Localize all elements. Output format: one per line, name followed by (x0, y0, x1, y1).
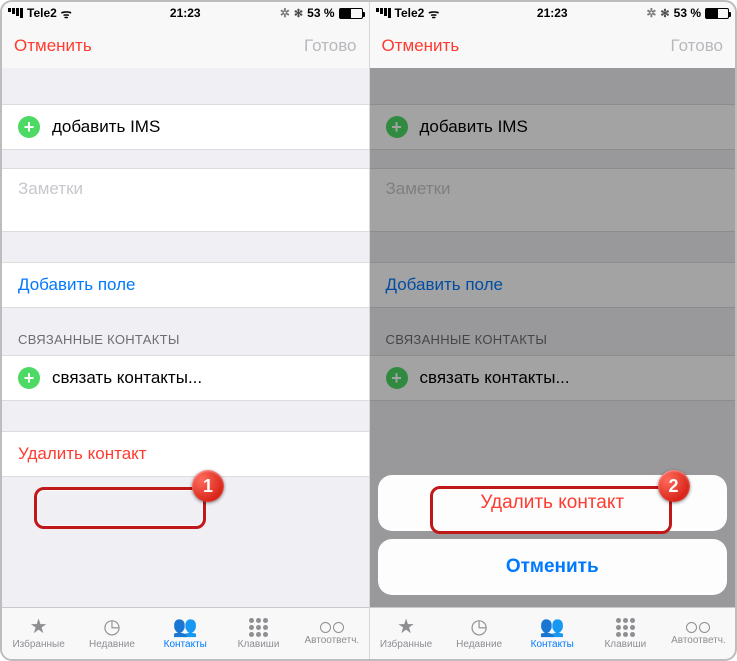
keypad-icon (249, 618, 268, 637)
delete-contact-label: Удалить контакт (18, 444, 147, 464)
callout-box-1 (34, 487, 206, 529)
done-button: Готово (304, 36, 357, 56)
link-contacts-cell: + связать контакты... (370, 355, 736, 401)
plus-icon: + (386, 367, 408, 389)
battery-icon (705, 8, 729, 19)
voicemail-icon (686, 622, 710, 633)
status-bar: Tele2 ᯤ 21:23 ✲ ✻ 53 % (370, 2, 736, 24)
add-field-cell[interactable]: Добавить поле (2, 262, 369, 308)
voicemail-icon (320, 622, 344, 633)
clock: 21:23 (2, 6, 369, 20)
tab-favorites[interactable]: ★Избранные (2, 608, 75, 659)
link-contacts-cell[interactable]: + связать контакты... (2, 355, 369, 401)
add-ims-cell[interactable]: + добавить IMS (2, 104, 369, 150)
contacts-icon: 👥 (173, 617, 198, 637)
clock-icon: ◷ (103, 617, 120, 637)
add-ims-label: добавить IMS (420, 117, 528, 137)
add-field-label: Добавить поле (386, 275, 504, 295)
sheet-cancel-label: Отменить (506, 556, 599, 578)
tab-favorites: ★Избранные (370, 608, 443, 659)
plus-icon: + (386, 116, 408, 138)
sheet-cancel-button[interactable]: Отменить (378, 539, 728, 595)
cancel-button[interactable]: Отменить (14, 36, 92, 56)
sheet-delete-label: Удалить контакт (480, 492, 624, 514)
notes-placeholder: Заметки (386, 179, 451, 199)
loading-icon: ✲ (646, 6, 656, 20)
star-icon: ★ (30, 617, 48, 637)
nav-bar: Отменить Готово (370, 24, 736, 68)
phone-screen-right: Tele2 ᯤ 21:23 ✲ ✻ 53 % Отменить Готово +… (369, 2, 736, 659)
tab-recents[interactable]: ◷Недавние (75, 608, 148, 659)
link-contacts-label: связать контакты... (52, 368, 202, 388)
add-ims-cell: + добавить IMS (370, 104, 736, 150)
notes-cell: Заметки (370, 168, 736, 232)
sheet-delete-button[interactable]: Удалить контакт (378, 475, 728, 531)
delete-contact-cell[interactable]: Удалить контакт (2, 431, 369, 477)
add-ims-label: добавить IMS (52, 117, 160, 137)
clock-icon: ◷ (470, 617, 487, 637)
tab-keypad[interactable]: Клавиши (222, 608, 295, 659)
tab-contacts: 👥Контакты (516, 608, 589, 659)
done-button: Готово (671, 36, 724, 56)
add-field-cell: Добавить поле (370, 262, 736, 308)
linked-contacts-header: СВЯЗАННЫЕ КОНТАКТЫ (2, 308, 369, 355)
battery-icon (339, 8, 363, 19)
tab-bar: ★Избранные ◷Недавние 👥Контакты Клавиши А… (370, 607, 736, 659)
tab-voicemail[interactable]: Автоответч. (295, 608, 368, 659)
add-field-label: Добавить поле (18, 275, 136, 295)
status-bar: Tele2 ᯤ 21:23 ✲ ✻ 53 % (2, 2, 369, 24)
link-contacts-label: связать контакты... (420, 368, 570, 388)
notes-placeholder: Заметки (18, 179, 83, 199)
tab-keypad: Клавиши (589, 608, 662, 659)
bluetooth-icon: ✻ (660, 7, 669, 20)
plus-icon: + (18, 367, 40, 389)
star-icon: ★ (397, 617, 415, 637)
tab-bar: ★Избранные ◷Недавние 👥Контакты Клавиши А… (2, 607, 369, 659)
tab-contacts[interactable]: 👥Контакты (149, 608, 222, 659)
keypad-icon (616, 618, 635, 637)
nav-bar: Отменить Готово (2, 24, 369, 68)
clock: 21:23 (370, 6, 736, 20)
tab-recents: ◷Недавние (443, 608, 516, 659)
action-sheet: Удалить контакт Отменить (378, 475, 728, 603)
cancel-button: Отменить (382, 36, 460, 56)
plus-icon: + (18, 116, 40, 138)
bluetooth-icon: ✻ (294, 7, 303, 20)
tab-voicemail: Автоответч. (662, 608, 735, 659)
contacts-icon: 👥 (540, 617, 565, 637)
phone-screen-left: Tele2 ᯤ 21:23 ✲ ✻ 53 % Отменить Готово +… (2, 2, 369, 659)
notes-cell[interactable]: Заметки (2, 168, 369, 232)
linked-contacts-header: СВЯЗАННЫЕ КОНТАКТЫ (370, 308, 736, 355)
loading-icon: ✲ (280, 6, 290, 20)
